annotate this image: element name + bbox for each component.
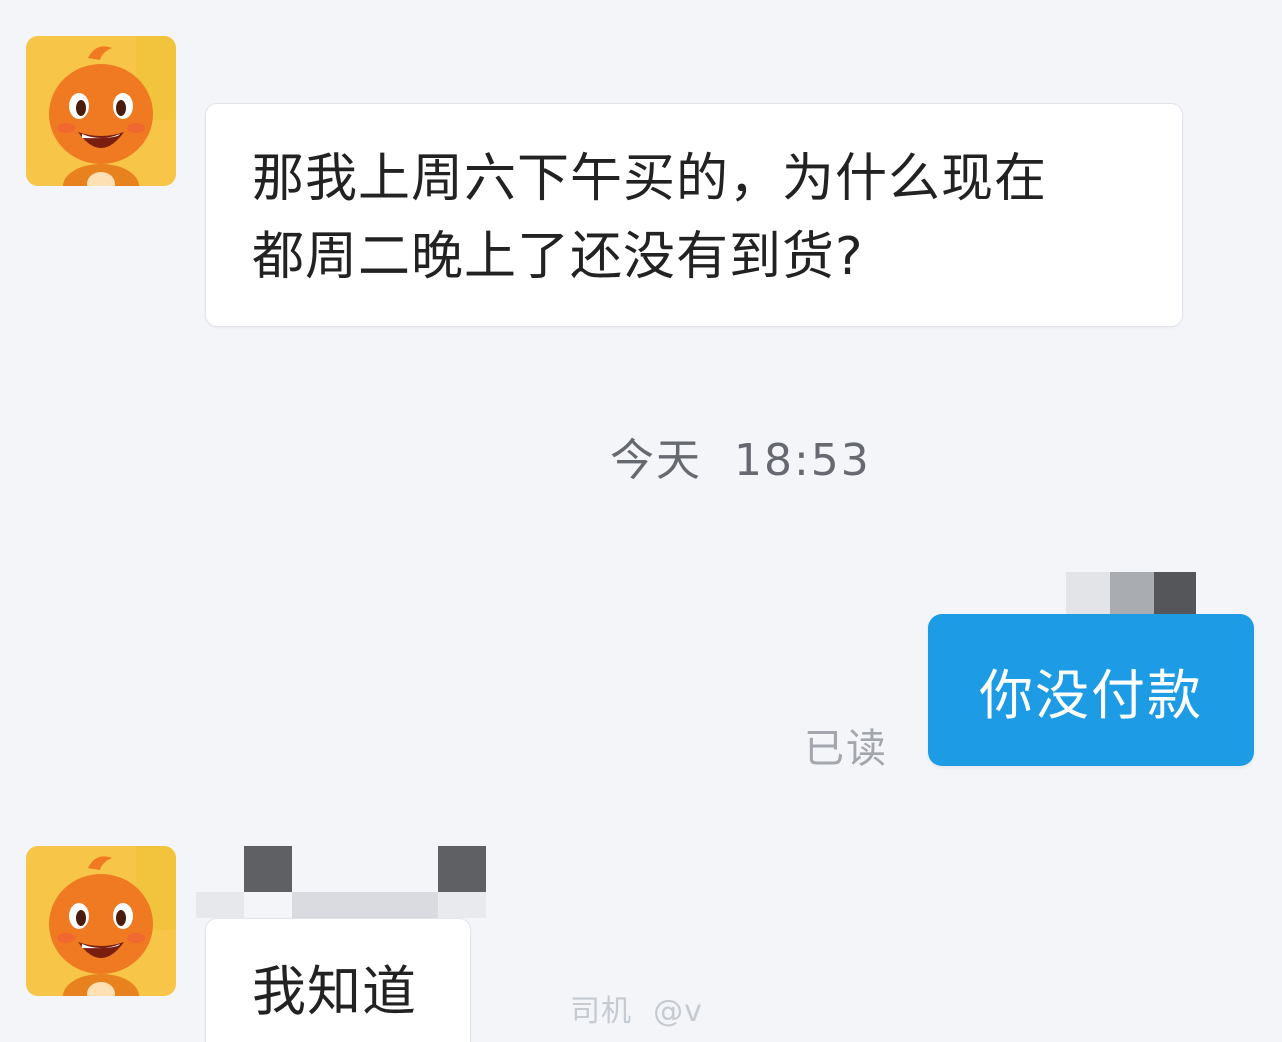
incoming-message-bubble[interactable]: 我知道 bbox=[205, 918, 471, 1042]
read-status: 已读 bbox=[804, 726, 888, 772]
message-text: 我知道 bbox=[252, 960, 417, 1023]
message-timestamp: 今天 18:53 bbox=[610, 435, 871, 486]
chat-screen: 那我上周六下午买的，为什么现在 都周二晚上了还没有到货? 今天 18:53 你没… bbox=[0, 0, 1282, 1042]
outgoing-message-bubble[interactable]: 你没付款 bbox=[928, 614, 1254, 766]
blurred-sender-name bbox=[1066, 572, 1196, 616]
blurred-sender-name bbox=[196, 846, 488, 918]
message-text-line: 都周二晚上了还没有到货? bbox=[252, 227, 864, 287]
message-text-line: 那我上周六下午买的，为什么现在 bbox=[252, 149, 1048, 209]
watermark-text: 司机 @v bbox=[570, 994, 703, 1029]
mascot-graphic bbox=[49, 46, 153, 186]
orange-mascot-avatar-icon[interactable] bbox=[26, 36, 176, 186]
orange-mascot-avatar-icon[interactable] bbox=[26, 846, 176, 996]
message-text: 你没付款 bbox=[979, 663, 1203, 727]
incoming-message-bubble[interactable]: 那我上周六下午买的，为什么现在 都周二晚上了还没有到货? bbox=[205, 103, 1183, 327]
mascot-graphic bbox=[49, 856, 153, 996]
